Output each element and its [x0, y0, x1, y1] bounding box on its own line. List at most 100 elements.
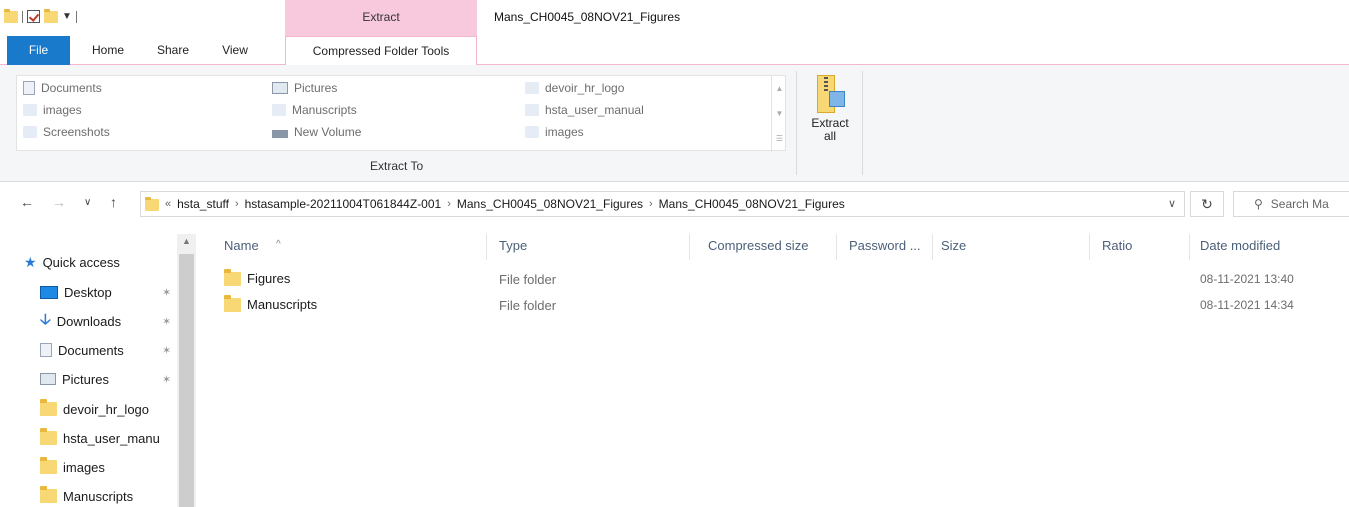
- column-header-ratio[interactable]: Ratio: [1102, 238, 1132, 253]
- scroll-down-icon[interactable]: ▼: [772, 101, 787, 126]
- nav-item-label: hsta_user_manu: [63, 430, 160, 446]
- nav-pane-scrollbar[interactable]: ▲: [177, 234, 196, 507]
- gallery-item-screenshots[interactable]: Screenshots: [23, 122, 110, 142]
- file-row[interactable]: Figures File folder 08-11-2021 13:40: [224, 268, 1334, 290]
- forward-arrow-icon[interactable]: →: [52, 194, 66, 210]
- breadcrumb-overflow[interactable]: «: [165, 198, 171, 210]
- folder-icon: [23, 104, 37, 116]
- folder-icon: [40, 486, 57, 503]
- column-divider[interactable]: [1189, 234, 1190, 260]
- scroll-up-icon[interactable]: ▲: [772, 76, 787, 101]
- gallery-item-label: hsta_user_manual: [545, 103, 644, 117]
- file-name-cell: Manuscripts: [224, 294, 318, 312]
- search-box[interactable]: ⚲ Search Ma: [1233, 191, 1349, 217]
- pin-icon[interactable]: ✶: [162, 344, 171, 357]
- nav-item-label: images: [63, 459, 105, 475]
- column-header-compressed-size[interactable]: Compressed size: [708, 238, 808, 253]
- gallery-item-label: images: [545, 125, 584, 139]
- star-icon: ★: [24, 254, 37, 270]
- nav-item-hsta-user-manual[interactable]: hsta_user_manu: [40, 425, 160, 451]
- breadcrumb-chevron-icon[interactable]: ›: [649, 198, 653, 210]
- refresh-icon: ↻: [1201, 196, 1213, 212]
- file-list: Name ^ Type Compressed size Password ...…: [196, 224, 1349, 507]
- ribbon-tabs: File Home Share View Compressed Folder T…: [0, 36, 1349, 66]
- gallery-item-label: Documents: [41, 81, 102, 95]
- tab-file[interactable]: File: [7, 36, 70, 65]
- column-divider[interactable]: [689, 234, 690, 260]
- pin-icon[interactable]: ✶: [162, 373, 171, 386]
- quick-access-toolbar: ▼: [4, 8, 77, 23]
- gallery-item-new-volume[interactable]: New Volume: [272, 122, 361, 142]
- gallery-item-images[interactable]: images: [23, 100, 82, 120]
- breadcrumb-item[interactable]: hstasample-20211004T061844Z-001: [245, 197, 442, 211]
- column-header-password[interactable]: Password ...: [849, 238, 921, 253]
- pin-icon[interactable]: ✶: [162, 286, 171, 299]
- pictures-icon: [40, 373, 56, 385]
- folder-icon: [224, 268, 241, 286]
- nav-item-desktop[interactable]: Desktop ✶: [40, 279, 171, 305]
- properties-icon[interactable]: [27, 10, 40, 23]
- gallery-more-icon[interactable]: ☰: [772, 126, 787, 151]
- gallery-item-images-2[interactable]: images: [525, 122, 584, 142]
- gallery-item-pictures[interactable]: Pictures: [272, 78, 337, 98]
- tab-home[interactable]: Home: [80, 36, 136, 65]
- column-divider[interactable]: [836, 234, 837, 260]
- nav-item-label: Documents: [58, 342, 124, 358]
- nav-item-downloads[interactable]: 🡣 Downloads ✶: [40, 308, 171, 334]
- up-arrow-icon[interactable]: ↑: [110, 194, 117, 210]
- gallery-scrollbar[interactable]: ▲ ▼ ☰: [771, 76, 787, 152]
- quick-access-item[interactable]: ★ Quick access: [24, 254, 120, 271]
- nav-item-devoir-hr-logo[interactable]: devoir_hr_logo: [40, 396, 149, 422]
- file-date: 08-11-2021 13:40: [1200, 272, 1294, 286]
- gallery-item-label: devoir_hr_logo: [545, 81, 625, 95]
- nav-item-documents[interactable]: Documents ✶: [40, 337, 171, 363]
- pin-icon[interactable]: ✶: [162, 315, 171, 328]
- address-dropdown-icon[interactable]: ∨: [1168, 197, 1176, 210]
- file-row[interactable]: Manuscripts File folder 08-11-2021 14:34: [224, 294, 1334, 316]
- address-bar[interactable]: « hsta_stuff › hstasample-20211004T06184…: [140, 191, 1185, 217]
- column-header-type[interactable]: Type: [499, 238, 527, 253]
- folder-icon: [145, 197, 159, 211]
- column-header-size[interactable]: Size: [941, 238, 966, 253]
- tab-compressed-folder-tools[interactable]: Compressed Folder Tools: [285, 36, 477, 66]
- nav-item-label: Downloads: [56, 313, 122, 329]
- column-divider[interactable]: [932, 234, 933, 260]
- breadcrumb-chevron-icon[interactable]: ›: [235, 198, 239, 210]
- extract-all-button[interactable]: Extract all: [802, 73, 858, 153]
- search-input[interactable]: Search Ma: [1271, 197, 1329, 211]
- nav-item-images[interactable]: images: [40, 454, 105, 480]
- file-name: Manuscripts: [247, 297, 318, 312]
- quick-access-label: Quick access: [42, 255, 120, 270]
- download-arrow-icon: 🡣: [40, 310, 51, 328]
- gallery-item-hsta-user-manual[interactable]: hsta_user_manual: [525, 100, 644, 120]
- customize-toolbar-icon[interactable]: ▼: [62, 11, 72, 22]
- file-name: Figures: [247, 271, 291, 286]
- nav-item-pictures[interactable]: Pictures ✶: [40, 366, 171, 392]
- scroll-up-icon[interactable]: ▲: [177, 234, 196, 246]
- column-divider[interactable]: [486, 234, 487, 260]
- recent-locations-chevron-icon[interactable]: ∨: [84, 197, 91, 208]
- refresh-button[interactable]: ↻: [1190, 191, 1224, 217]
- column-divider[interactable]: [1089, 234, 1090, 260]
- column-header-date-modified[interactable]: Date modified: [1200, 238, 1280, 253]
- folder-icon: [224, 294, 241, 312]
- document-icon: [23, 81, 35, 95]
- gallery-item-devoir-hr-logo[interactable]: devoir_hr_logo: [525, 78, 624, 98]
- column-header-name[interactable]: Name ^: [224, 238, 281, 253]
- scrollbar-thumb[interactable]: [179, 254, 194, 507]
- new-folder-icon[interactable]: [44, 8, 58, 23]
- folder-icon: [4, 8, 18, 23]
- tab-share[interactable]: Share: [146, 36, 200, 65]
- tab-view[interactable]: View: [207, 36, 263, 65]
- breadcrumb-chevron-icon[interactable]: ›: [447, 198, 451, 210]
- breadcrumb-item[interactable]: Mans_CH0045_08NOV21_Figures: [457, 197, 643, 211]
- nav-item-manuscripts[interactable]: Manuscripts: [40, 483, 133, 507]
- breadcrumb-item[interactable]: hsta_stuff: [177, 197, 229, 211]
- window-title: Mans_CH0045_08NOV21_Figures: [494, 10, 681, 24]
- back-arrow-icon[interactable]: ←: [20, 194, 34, 210]
- breadcrumb-item[interactable]: Mans_CH0045_08NOV21_Figures: [659, 197, 845, 211]
- gallery-item-documents[interactable]: Documents: [23, 78, 102, 98]
- gallery-item-manuscripts[interactable]: Manuscripts: [272, 100, 357, 120]
- extract-to-group-label: Extract To: [370, 159, 424, 173]
- navigation-bar: ← → ∨ ↑ « hsta_stuff › hstasample-202110…: [0, 182, 1349, 224]
